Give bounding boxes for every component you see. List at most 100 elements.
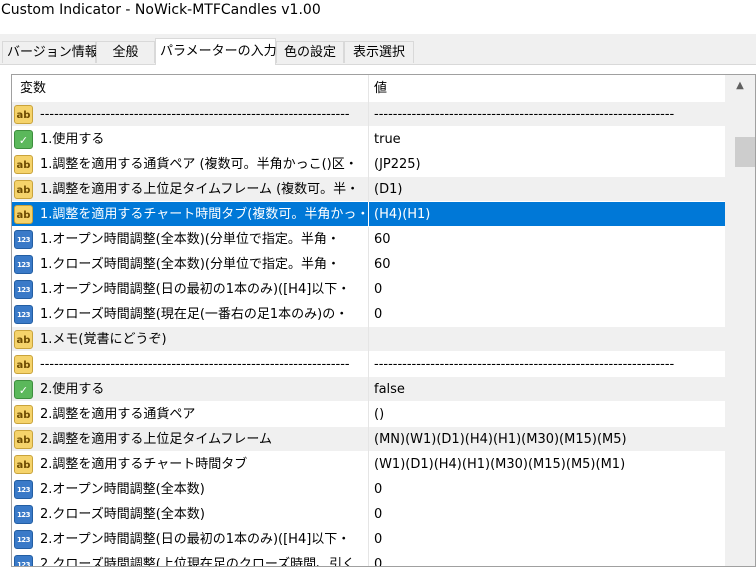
string-type-icon: ab	[14, 205, 33, 224]
parameter-name: 1.オープン時間調整(日の最初の1本のみ)([H4]以下・	[40, 282, 351, 297]
string-type-icon: ab	[14, 105, 33, 124]
integer-type-icon: 123	[14, 530, 33, 549]
parameter-name: 1.オープン時間調整(全本数)(分単位で指定。半角・	[40, 232, 340, 247]
column-divider	[368, 402, 369, 427]
parameter-name: 2.調整を適用する上位足タイムフレーム	[40, 432, 272, 447]
parameter-value[interactable]: ----------------------------------------…	[374, 102, 722, 127]
parameter-name: ----------------------------------------…	[40, 107, 350, 122]
column-divider	[368, 227, 369, 252]
parameter-value[interactable]: false	[374, 377, 722, 402]
parameter-value[interactable]: (H4)(H1)	[374, 202, 722, 227]
string-type-icon: ab	[14, 355, 33, 374]
integer-type-icon: 123	[14, 230, 33, 249]
header-divider[interactable]	[368, 75, 369, 102]
string-type-icon: ab	[14, 430, 33, 449]
grid-header: 変数 値	[12, 75, 725, 103]
parameter-name: 1.調整を適用するチャート時間タブ(複数可。半角かっ・	[40, 207, 368, 222]
string-type-icon: ab	[14, 180, 33, 199]
parameter-name: 2.クローズ時間調整(全本数)	[40, 507, 205, 522]
parameter-grid: 変数 値 ab ---------------------------------…	[11, 74, 756, 567]
column-divider	[368, 202, 369, 227]
parameter-row[interactable]: 123 1.クローズ時間調整(全本数)(分単位で指定。半角・ 60	[12, 252, 725, 277]
parameter-row[interactable]: 123 1.クローズ時間調整(現在足(一番右の足1本のみ)の・ 0	[12, 302, 725, 327]
parameter-row[interactable]: ab 2.調整を適用する通貨ペア ()	[12, 402, 725, 427]
parameter-value[interactable]: 0	[374, 527, 722, 552]
parameter-row[interactable]: ab --------------------------------------…	[12, 352, 725, 377]
tab-version-info[interactable]: バージョン情報	[2, 41, 98, 63]
parameter-name: ----------------------------------------…	[40, 357, 350, 372]
title-bar: Custom Indicator - NoWick-MTFCandles v1.…	[0, 0, 756, 34]
tab-strip: バージョン情報 全般 パラメーターの入力 色の設定 表示選択	[0, 38, 756, 65]
boolean-type-icon: ✓	[14, 130, 33, 149]
parameter-name: 1.調整を適用する上位足タイムフレーム (複数可。半・	[40, 182, 360, 197]
column-divider	[368, 152, 369, 177]
scroll-up-arrow-icon[interactable]: ▲	[725, 75, 755, 97]
grid-rows: ab --------------------------------------…	[12, 102, 725, 567]
parameter-row[interactable]: ab 2.調整を適用するチャート時間タブ (W1)(D1)(H4)(H1)(M30)…	[12, 452, 725, 477]
parameter-value[interactable]: 0	[374, 477, 722, 502]
column-divider	[368, 177, 369, 202]
parameter-row[interactable]: ab 1.メモ(覚書にどうぞ)	[12, 327, 725, 352]
column-divider	[368, 252, 369, 277]
column-divider	[368, 452, 369, 477]
parameter-value[interactable]: 0	[374, 502, 722, 527]
parameter-row[interactable]: ✓ 1.使用する true	[12, 127, 725, 152]
parameter-row[interactable]: ab 1.調整を適用する通貨ペア (複数可。半角かっこ()区・ (JP225)	[12, 152, 725, 177]
parameter-row[interactable]: ab 2.調整を適用する上位足タイムフレーム (MN)(W1)(D1)(H4)(H1…	[12, 427, 725, 452]
column-divider	[368, 527, 369, 552]
column-header-value[interactable]: 値	[374, 75, 387, 102]
parameter-name: 1.調整を適用する通貨ペア (複数可。半角かっこ()区・	[40, 157, 358, 172]
parameter-value[interactable]: 60	[374, 227, 722, 252]
integer-type-icon: 123	[14, 555, 33, 566]
column-divider	[368, 427, 369, 452]
parameter-row[interactable]: 123 2.クローズ時間調整(上位現在足のクローズ時間、引く 0	[12, 552, 725, 567]
parameter-row[interactable]: 123 2.クローズ時間調整(全本数) 0	[12, 502, 725, 527]
string-type-icon: ab	[14, 330, 33, 349]
column-divider	[368, 502, 369, 527]
parameter-value[interactable]: 0	[374, 302, 722, 327]
string-type-icon: ab	[14, 455, 33, 474]
parameter-value[interactable]: 0	[374, 277, 722, 302]
parameter-value[interactable]: (W1)(D1)(H4)(H1)(M30)(M15)(M5)(M1)	[374, 452, 722, 477]
column-divider	[368, 127, 369, 152]
tab-display-select[interactable]: 表示選択	[344, 41, 414, 63]
integer-type-icon: 123	[14, 480, 33, 499]
column-divider	[368, 277, 369, 302]
tab-general[interactable]: 全般	[96, 41, 155, 63]
parameter-value[interactable]: 0	[374, 552, 722, 566]
tab-parameters[interactable]: パラメーターの入力	[155, 38, 277, 65]
parameter-value[interactable]: (D1)	[374, 177, 722, 202]
parameter-name: 1.クローズ時間調整(現在足(一番右の足1本のみ)の・	[40, 307, 349, 322]
parameter-value[interactable]: ----------------------------------------…	[374, 352, 722, 377]
parameter-row[interactable]: 123 1.オープン時間調整(日の最初の1本のみ)([H4]以下・ 0	[12, 277, 725, 302]
parameter-row[interactable]: 123 2.オープン時間調整(全本数) 0	[12, 477, 725, 502]
column-header-variable[interactable]: 変数	[20, 75, 46, 102]
parameter-row[interactable]: 123 2.オープン時間調整(日の最初の1本のみ)([H4]以下・ 0	[12, 527, 725, 552]
column-divider	[368, 477, 369, 502]
parameter-name: 2.クローズ時間調整(上位現在足のクローズ時間、引く	[40, 557, 356, 567]
parameter-row[interactable]: ab 1.調整を適用する上位足タイムフレーム (複数可。半・ (D1)	[12, 177, 725, 202]
string-type-icon: ab	[14, 155, 33, 174]
parameter-value[interactable]: 60	[374, 252, 722, 277]
parameter-row[interactable]: 123 1.オープン時間調整(全本数)(分単位で指定。半角・ 60	[12, 227, 725, 252]
parameter-row[interactable]: ab 1.調整を適用するチャート時間タブ(複数可。半角かっ・ (H4)(H1)	[12, 202, 725, 227]
parameter-name: 2.使用する	[40, 382, 105, 397]
integer-type-icon: 123	[14, 280, 33, 299]
parameter-name: 2.オープン時間調整(全本数)	[40, 482, 205, 497]
string-type-icon: ab	[14, 405, 33, 424]
parameter-name: 2.調整を適用するチャート時間タブ	[40, 457, 248, 472]
parameter-name: 1.使用する	[40, 132, 105, 147]
parameter-value[interactable]: true	[374, 127, 722, 152]
parameter-value[interactable]: (JP225)	[374, 152, 722, 177]
parameter-row[interactable]: ✓ 2.使用する false	[12, 377, 725, 402]
parameter-value[interactable]: (MN)(W1)(D1)(H4)(H1)(M30)(M15)(M5)	[374, 427, 722, 452]
column-divider	[368, 377, 369, 402]
parameter-name: 2.オープン時間調整(日の最初の1本のみ)([H4]以下・	[40, 532, 351, 547]
tab-colors[interactable]: 色の設定	[276, 41, 344, 63]
parameter-value[interactable]: ()	[374, 402, 722, 427]
parameter-row[interactable]: ab --------------------------------------…	[12, 102, 725, 127]
parameter-name: 2.調整を適用する通貨ペア	[40, 407, 196, 422]
window-title: Custom Indicator - NoWick-MTFCandles v1.…	[1, 2, 321, 18]
scroll-thumb[interactable]	[735, 137, 755, 167]
vertical-scrollbar[interactable]: ▲	[725, 75, 755, 566]
